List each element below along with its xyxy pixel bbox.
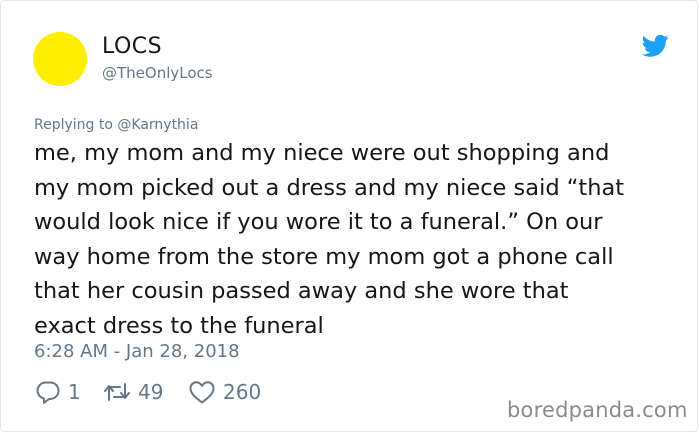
retweet-count: 49 [138, 380, 164, 404]
user-handle[interactable]: @TheOnlyLocs [102, 64, 213, 82]
avatar[interactable] [33, 32, 87, 86]
watermark: boredpanda.com [507, 398, 688, 422]
replying-to: Replying to @Karnythia [34, 117, 198, 133]
like-count: 260 [223, 380, 262, 404]
tweet-text: me, my mom and my niece were out shoppin… [34, 140, 625, 339]
tweet-timestamp[interactable]: 6:28 AM - Jan 28, 2018 [34, 341, 240, 362]
retweet-icon [104, 383, 130, 401]
heart-icon [189, 381, 215, 404]
speech-bubble-icon [36, 381, 60, 404]
like-button[interactable]: 260 [188, 377, 261, 407]
reply-prefix: Replying to [34, 117, 118, 133]
twitter-bird-icon[interactable] [642, 34, 669, 58]
reply-button[interactable]: 1 [35, 377, 81, 407]
display-name[interactable]: LOCS [102, 34, 162, 59]
reply-mention-link[interactable]: @Karnythia [117, 117, 198, 133]
tweet-card: LOCS @TheOnlyLocs Replying to @Karnythia… [0, 0, 698, 432]
reply-count: 1 [68, 380, 81, 404]
retweet-button[interactable]: 49 [103, 377, 163, 407]
